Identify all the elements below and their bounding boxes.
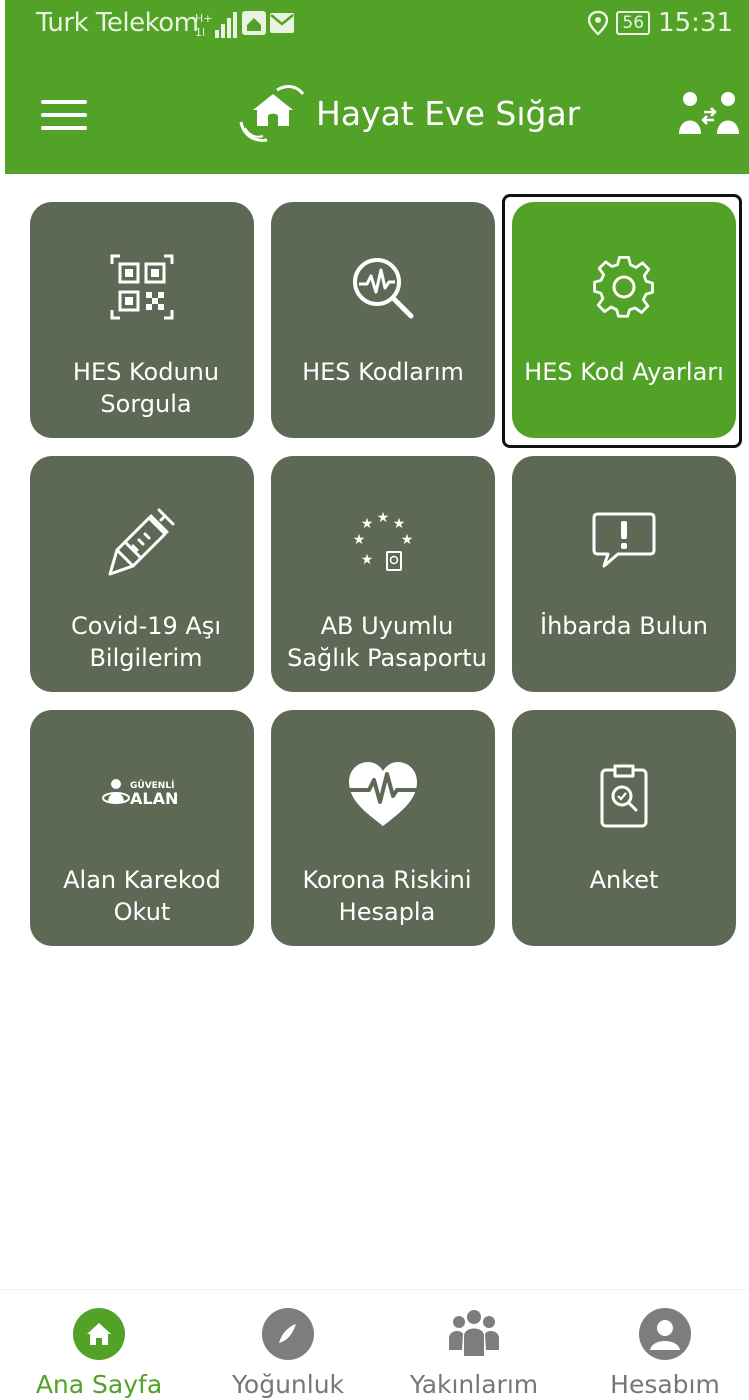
user-icon	[639, 1308, 691, 1360]
tile-label: Alan Karekod Okut	[63, 866, 221, 926]
status-right: 56 15:31	[588, 8, 733, 38]
tile-label: HES Kodlarım	[302, 358, 464, 386]
mail-icon	[270, 13, 294, 33]
tile-hes-kodlarim[interactable]: HES Kodlarım	[271, 202, 495, 438]
guvenli-alan-logo: GÜVENLİ ALAN	[102, 779, 178, 808]
svg-text:H+: H+	[195, 12, 213, 25]
nav-yogunluk[interactable]: Yoğunluk	[203, 1308, 373, 1399]
app-bar: Hayat Eve Sığar	[5, 52, 749, 174]
nav-label: Yakınlarım	[409, 1370, 539, 1399]
svg-text:★: ★	[401, 532, 414, 548]
tile-hes-kodunu-sorgula[interactable]: HES Kodunu Sorgula	[30, 202, 254, 438]
svg-text:★: ★	[377, 510, 390, 526]
tile-label: HES Kodunu Sorgula	[72, 358, 220, 418]
location-icon	[588, 10, 609, 36]
eu-passport-icon: ★ ★ ★ ★ ★ ★	[353, 510, 414, 571]
top-bar: Turk Telekom H+ 1l 56 15:31 Hayat Eve Sı…	[5, 0, 749, 174]
tile-label: İhbarda Bulun	[539, 612, 708, 640]
search-pulse-icon	[353, 258, 414, 319]
group-icon	[448, 1308, 500, 1360]
nav-label: Hesabım	[610, 1370, 720, 1399]
nav-ana-sayfa[interactable]: Ana Sayfa	[14, 1308, 184, 1399]
account-switch-icon[interactable]	[677, 90, 741, 136]
tile-alan-karekod-okut[interactable]: GÜVENLİ ALAN Alan Karekod Okut	[30, 710, 254, 946]
clipboard-search-icon	[600, 764, 648, 828]
tile-label: Anket	[589, 866, 659, 894]
nav-hesabim[interactable]: Hesabım	[580, 1308, 749, 1399]
nav-yakinlarim[interactable]: Yakınlarım	[389, 1308, 559, 1399]
svg-text:1l: 1l	[195, 26, 205, 39]
svg-text:ALAN: ALAN	[130, 789, 178, 808]
svg-text:★: ★	[353, 532, 366, 548]
svg-text:★: ★	[361, 516, 374, 532]
tile-anket[interactable]: Anket	[512, 710, 736, 946]
bottom-navigation: Ana Sayfa Yoğunluk Yakınlarım Hesabım	[0, 1289, 749, 1400]
battery-level: 56	[616, 11, 651, 35]
syringe-icon	[108, 508, 175, 576]
compass-icon	[262, 1308, 314, 1360]
app-notification-icon	[242, 11, 266, 35]
hamburger-menu-icon[interactable]	[41, 100, 87, 130]
status-bar: Turk Telekom H+ 1l 56 15:31	[5, 0, 749, 52]
selected-tile-highlight	[502, 194, 742, 448]
app-title: Hayat Eve Sığar	[316, 94, 581, 133]
exclamation-bubble-icon	[592, 512, 656, 568]
nav-label: Yoğunluk	[231, 1370, 345, 1399]
signal-icon: H+ 1l	[195, 12, 237, 39]
nav-label: Ana Sayfa	[35, 1370, 163, 1399]
heart-pulse-icon	[349, 762, 417, 826]
tile-ihbarda-bulun[interactable]: İhbarda Bulun	[512, 456, 736, 692]
svg-text:★: ★	[361, 552, 374, 568]
svg-text:★: ★	[393, 516, 406, 532]
tile-label: AB Uyumlu Sağlık Pasaportu	[287, 612, 487, 672]
qr-code-icon	[110, 254, 174, 320]
tile-label: Korona Riskini Hesapla	[302, 866, 472, 926]
house-hands-logo	[239, 85, 305, 142]
clock: 15:31	[658, 8, 733, 38]
carrier-name: Turk Telekom	[36, 8, 199, 38]
tile-korona-riskini-hesapla[interactable]: Korona Riskini Hesapla	[271, 710, 495, 946]
tile-label: Covid-19 Aşı Bilgilerim	[71, 612, 221, 672]
tile-covid-asi-bilgilerim[interactable]: Covid-19 Aşı Bilgilerim	[30, 456, 254, 692]
tile-ab-uyumlu-saglik-pasaportu[interactable]: ★ ★ ★ ★ ★ ★ AB Uyumlu Sağlık Pasaportu	[271, 456, 495, 692]
home-icon	[73, 1308, 125, 1360]
